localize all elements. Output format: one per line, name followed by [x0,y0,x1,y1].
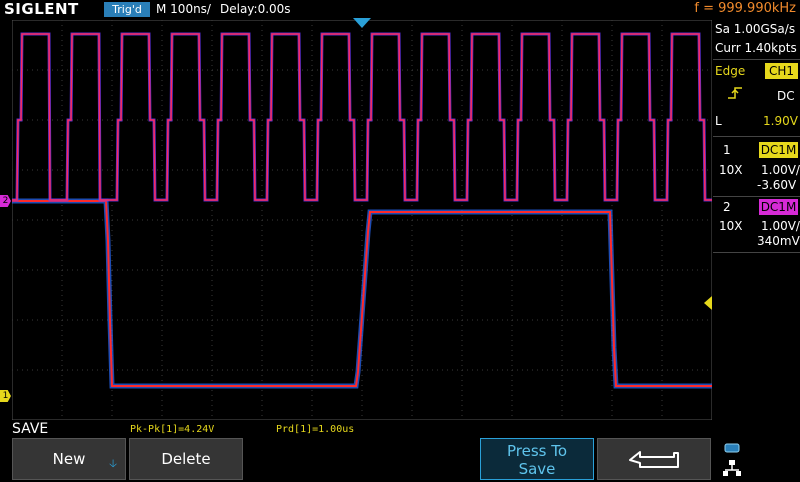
trigger-level-label: L [715,114,722,128]
ch1-offset-marker[interactable]: 1 [0,390,11,402]
top-status-bar: SIGLENT Trig'd M 100ns/ Delay:0.00s f = … [0,0,800,19]
ch2-offset-marker[interactable]: 2 [0,195,11,207]
menu-title: SAVE [12,421,49,437]
back-button[interactable] [597,438,711,480]
return-arrow-icon [626,450,682,468]
divider [713,252,800,253]
trigger-status-badge: Trig'd [104,2,150,17]
new-button-label: New [52,450,86,468]
trigger-level-value: 1.90V [763,114,798,128]
trigger-source-badge: CH1 [765,63,798,79]
delay-readout: Delay:0.00s [220,2,291,16]
divider [713,196,800,197]
waveform-grid [12,20,712,420]
timebase-readout: M 100ns/ [156,2,211,16]
press-to-save-button[interactable]: Press To Save [480,438,594,480]
ch1-probe: 10X [719,163,743,177]
trigger-position-marker[interactable] [353,18,371,28]
trigger-coupling: DC [777,89,795,103]
ch2-offset: 340mV [757,234,800,248]
right-info-panel: Sa 1.00GSa/s Curr 1.40kpts Edge CH1 DC L… [713,20,800,420]
frequency-readout: f = 999.990kHz [694,1,796,16]
measurement-period: Prd[1]=1.00us [276,424,355,435]
rising-edge-icon [727,86,743,103]
ch1-coupling-badge[interactable]: DC1M [759,142,798,158]
ch1-offset: -3.60V [757,178,797,192]
ch2-probe: 10X [719,219,743,233]
ch1-number: 1 [723,143,731,157]
ch1-scale: 1.00V/ [761,163,800,177]
sample-rate: Sa 1.00GSa/s [715,22,796,36]
measurement-pkpk: Pk-Pk[1]=4.24V [130,424,215,435]
trigger-level-marker[interactable] [704,296,712,310]
brand-logo: SIGLENT [4,0,79,18]
memory-depth: Curr 1.40kpts [715,41,797,55]
new-button[interactable]: New 🡣 [12,438,126,480]
ch2-number: 2 [723,200,731,214]
ch2-coupling-badge[interactable]: DC1M [759,199,798,215]
delete-button[interactable]: Delete [129,438,243,480]
arrow-down-icon: 🡣 [109,457,117,470]
waveform-display[interactable] [12,20,712,420]
press-to-save-label: Press To Save [506,442,568,478]
delete-button-label: Delete [161,450,211,468]
network-icon [722,442,742,478]
trigger-type: Edge [715,64,746,78]
ch2-scale: 1.00V/ [761,219,800,233]
divider [713,59,800,60]
divider [713,136,800,137]
